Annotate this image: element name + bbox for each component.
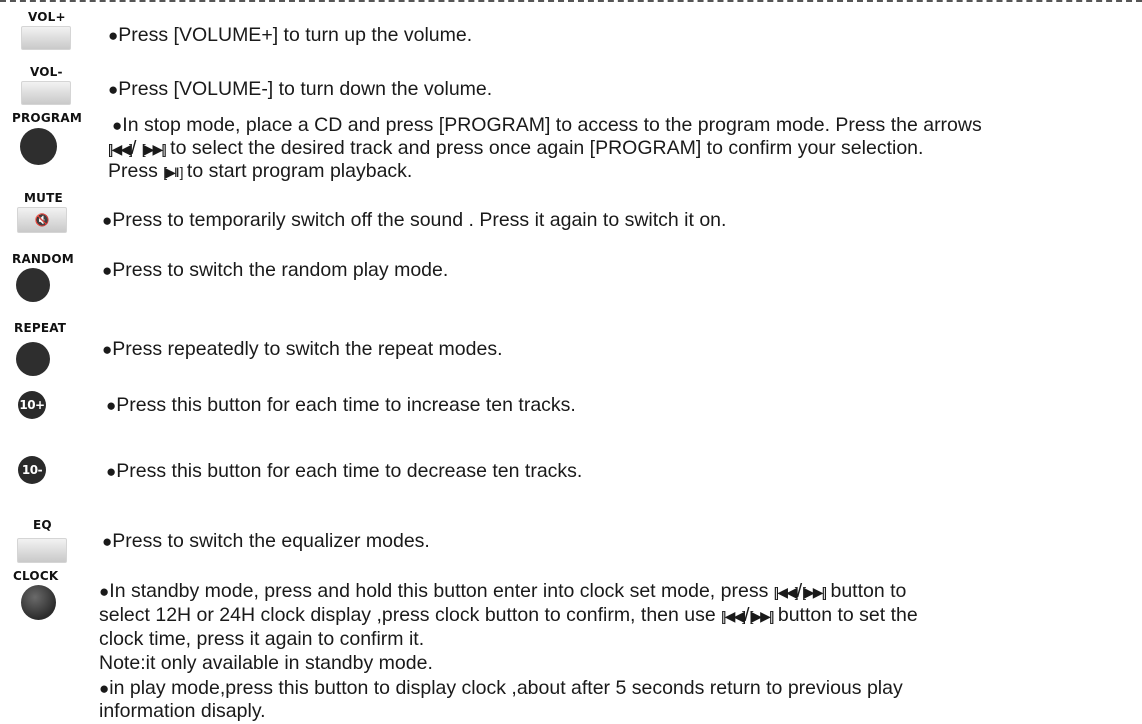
eq-description: ●Press to switch the equalizer modes. — [102, 530, 430, 552]
vol-down-button[interactable] — [21, 81, 71, 105]
bullet-icon: ● — [108, 80, 119, 99]
bullet-icon: ● — [106, 462, 117, 481]
previous-track-icon: [|◀◀] — [108, 141, 133, 157]
random-button[interactable] — [16, 268, 50, 302]
previous-track-icon: [|◀◀] — [773, 584, 799, 600]
repeat-description: ●Press repeatedly to switch the repeat m… — [102, 338, 503, 360]
clock-note: Note:it only available in standby mode. — [99, 652, 433, 674]
clock-button[interactable] — [21, 585, 56, 620]
play-pause-icon: [▶II ] — [163, 164, 183, 180]
clock-label: CLOCK — [13, 569, 59, 583]
vol-up-label: VOL+ — [28, 10, 66, 24]
bullet-icon: ● — [102, 340, 113, 359]
ten-minus-button[interactable]: 10- — [18, 456, 46, 484]
mute-label: MUTE — [24, 191, 63, 205]
vol-down-description: ●Press [VOLUME-] to turn down the volume… — [108, 78, 493, 100]
speaker-mute-icon: 🔇 — [34, 213, 50, 227]
random-label: RANDOM — [12, 252, 74, 266]
next-track-icon: [▶▶|] — [749, 608, 775, 624]
ten-plus-description: ●Press this button for each time to incr… — [106, 394, 576, 416]
vol-down-label: VOL- — [30, 65, 63, 79]
eq-button[interactable] — [17, 538, 67, 563]
bullet-icon: ● — [102, 211, 113, 230]
random-description: ●Press to switch the random play mode. — [102, 259, 449, 281]
previous-track-icon: [|◀◀] — [721, 608, 746, 624]
program-label: PROGRAM — [12, 111, 82, 125]
program-description-line2: [|◀◀]/ [▶▶|] to select the desired track… — [108, 137, 924, 159]
bullet-icon: ● — [106, 396, 117, 415]
program-description-line3: Press [▶II ] to start program playback. — [108, 160, 413, 182]
mute-button[interactable]: 🔇 — [17, 207, 67, 233]
next-track-icon: [▶▶|] — [802, 584, 827, 600]
clock-description-line3: clock time, press it again to confirm it… — [99, 628, 425, 650]
bullet-icon: ● — [108, 26, 119, 45]
bullet-icon: ● — [99, 582, 110, 601]
bullet-icon: ● — [112, 116, 123, 135]
clock-description-line1: ●In standby mode, press and hold this bu… — [99, 580, 907, 602]
program-button[interactable] — [20, 128, 57, 165]
bullet-icon: ● — [102, 532, 113, 551]
repeat-button[interactable] — [16, 342, 50, 376]
vol-up-button[interactable] — [21, 26, 71, 50]
bullet-icon: ● — [102, 261, 113, 280]
clock-description-line2: select 12H or 24H clock display ,press c… — [99, 604, 918, 626]
ten-minus-description: ●Press this button for each time to decr… — [106, 460, 583, 482]
repeat-label: REPEAT — [14, 321, 67, 335]
eq-label: EQ — [33, 518, 52, 532]
ten-plus-button[interactable]: 10+ — [18, 391, 46, 419]
mute-description: ●Press to temporarily switch off the sou… — [102, 209, 727, 231]
program-description-line1: ●In stop mode, place a CD and press [PRO… — [112, 114, 982, 136]
top-dashed-border — [0, 0, 1142, 6]
vol-up-description: ●Press [VOLUME+] to turn up the volume. — [108, 24, 473, 46]
next-track-icon: [▶▶|] — [141, 141, 167, 157]
clock-play-description-line2: information disaply. — [99, 700, 266, 722]
bullet-icon: ● — [99, 679, 110, 698]
clock-play-description-line1: ●in play mode,press this button to displ… — [99, 677, 903, 699]
